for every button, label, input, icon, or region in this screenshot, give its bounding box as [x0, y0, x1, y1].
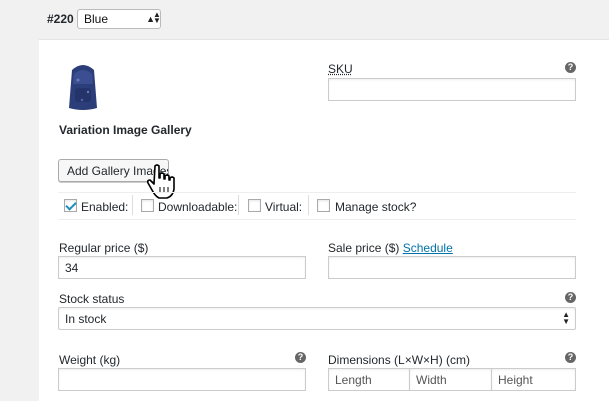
sale-price-label-row: Sale price ($) Schedule	[328, 241, 453, 255]
dimensions-help-icon[interactable]: ?	[565, 352, 576, 363]
schedule-link[interactable]: Schedule	[403, 241, 453, 255]
stock-status-select[interactable]: In stock ▲ ▼	[58, 307, 576, 330]
options-bottom-divider	[58, 219, 576, 220]
weight-label: Weight (kg)	[59, 353, 121, 367]
stock-status-value: In stock	[65, 312, 107, 326]
sku-help-icon[interactable]: ?	[565, 62, 576, 73]
manage-stock-label: Manage stock?	[335, 200, 417, 214]
enabled-label: Enabled:	[81, 200, 129, 214]
variation-attribute-select[interactable]: Blue ▲	[77, 9, 161, 29]
options-separator	[132, 195, 133, 215]
options-separator	[238, 195, 239, 215]
height-input[interactable]: Height	[491, 368, 576, 391]
virtual-label: Virtual:	[265, 200, 303, 214]
regular-price-label: Regular price ($)	[59, 241, 149, 255]
stock-status-help-icon[interactable]: ?	[565, 292, 576, 303]
options-separator	[308, 195, 309, 215]
sale-price-input[interactable]	[328, 256, 576, 279]
weight-help-icon[interactable]: ?	[295, 352, 306, 363]
dimensions-label: Dimensions (L×W×H) (cm)	[328, 353, 471, 367]
weight-input[interactable]	[58, 368, 306, 391]
chevron-updown-icon: ▲ ▼	[153, 10, 161, 25]
length-input[interactable]: Length	[328, 368, 410, 391]
regular-price-input[interactable]: 34	[58, 256, 306, 279]
sku-input[interactable]	[328, 78, 576, 101]
virtual-checkbox[interactable]	[248, 199, 261, 212]
sku-label: SKU	[328, 62, 353, 76]
downloadable-checkbox[interactable]	[141, 199, 154, 212]
options-top-divider	[58, 192, 576, 193]
select-arrows-icon: ▲ ▼	[562, 310, 570, 326]
stock-status-label: Stock status	[59, 292, 125, 306]
gallery-title: Variation Image Gallery	[59, 123, 192, 137]
variation-image[interactable]	[62, 62, 104, 112]
hand-pointer-cursor-icon	[146, 163, 178, 204]
backpack-thumbnail-icon	[69, 65, 97, 110]
width-input[interactable]: Width	[409, 368, 492, 391]
manage-stock-checkbox[interactable]	[317, 199, 330, 212]
variation-attribute-value: Blue	[84, 12, 109, 26]
variation-number: #220	[47, 12, 74, 26]
enabled-checkbox[interactable]	[64, 199, 77, 212]
sale-price-label: Sale price ($)	[328, 241, 400, 255]
downloadable-label: Downloadable:	[158, 200, 238, 214]
